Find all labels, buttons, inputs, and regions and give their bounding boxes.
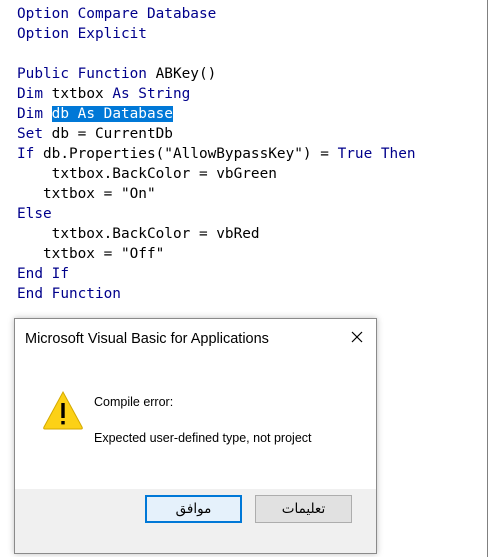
code-line[interactable]: Set db = CurrentDb [17,124,416,144]
close-icon[interactable] [348,328,366,346]
code-keyword: If [17,146,35,162]
help-button[interactable]: تعليمات [255,495,352,523]
code-line[interactable]: txtbox.BackColor = vbGreen [17,164,416,184]
code-line[interactable]: txtbox = "Off" [17,244,416,264]
code-keyword: Dim [17,86,43,102]
code-line[interactable]: Public Function ABKey() [17,64,416,84]
code-token: ABKey() [146,66,217,82]
code-line[interactable]: Option Compare Database [17,4,416,24]
code-line[interactable]: Dim db As Database [17,104,416,124]
error-message: Expected user-defined type, not project [94,431,312,445]
code-token: db = CurrentDb [43,126,173,142]
code-line[interactable]: txtbox.BackColor = vbRed [17,224,416,244]
code-token: txtbox [43,86,113,102]
code-keyword: Option Compare Database [17,6,217,22]
code-keyword: Set [17,126,43,142]
code-line[interactable]: txtbox = "On" [17,184,416,204]
code-line[interactable]: Dim txtbox As String [17,84,416,104]
code-keyword: End Function [17,286,121,302]
ok-button[interactable]: موافق [145,495,242,523]
code-token: txtbox.BackColor = vbGreen [17,166,277,182]
code-line[interactable]: If db.Properties("AllowBypassKey") = Tru… [17,144,416,164]
code-selection: db As Database [51,106,173,122]
code-token: txtbox = "Off" [17,246,165,262]
code-token: txtbox.BackColor = vbRed [17,226,260,242]
compile-error-dialog: Microsoft Visual Basic for Applications … [14,318,377,554]
code-keyword: As String [112,86,191,102]
code-token: txtbox = "On" [17,186,156,202]
code-line[interactable] [17,44,416,64]
code-keyword: Option Explicit [17,26,147,42]
editor-right-border [487,0,488,557]
code-line[interactable]: End Function [17,284,416,304]
error-title: Compile error: [94,395,174,409]
code-line[interactable]: Option Explicit [17,24,416,44]
code-keyword: Dim [17,106,43,122]
code-text[interactable]: Option Compare Database Option Explicit P… [17,4,416,304]
code-keyword: Else [17,206,52,222]
warning-icon [42,390,84,430]
code-keyword: End If [17,266,69,282]
dialog-title: Microsoft Visual Basic for Applications [25,331,269,347]
code-line[interactable]: End If [17,264,416,284]
code-keyword: Public Function [17,66,147,82]
code-token: db.Properties("AllowBypassKey") = [34,146,338,162]
code-keyword: True Then [337,146,416,162]
code-line[interactable]: Else [17,204,416,224]
